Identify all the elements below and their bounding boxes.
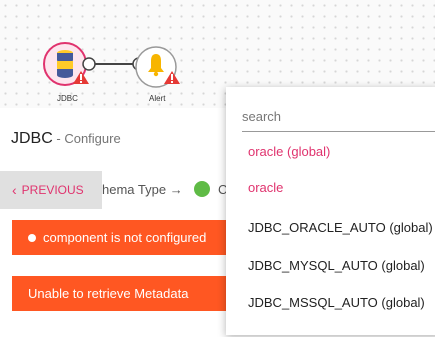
step-status-dot <box>194 181 210 197</box>
step-label: hema Type → <box>102 182 183 197</box>
dropdown-option[interactable]: oracle (global) <box>248 144 330 159</box>
previous-label: PREVIOUS <box>21 183 84 197</box>
search-input[interactable] <box>242 105 435 128</box>
output-port[interactable] <box>82 57 96 71</box>
previous-button[interactable]: ‹ PREVIOUS <box>0 171 102 209</box>
alert-node[interactable] <box>135 46 180 88</box>
dropdown-search <box>242 105 435 132</box>
database-icon <box>57 50 73 78</box>
page-subtitle: - Configure <box>52 131 121 146</box>
component-name: JDBC <box>11 130 53 147</box>
banner-text: Unable to retrieve Metadata <box>28 286 189 301</box>
dropdown-option[interactable]: oracle <box>248 180 283 195</box>
banner-text: component is not configured <box>43 230 207 245</box>
dropdown-option[interactable]: JDBC_MSSQL_AUTO (global) <box>248 295 425 310</box>
error-banner-metadata: Unable to retrieve Metadata <box>12 276 238 311</box>
dropdown-option[interactable]: JDBC_MYSQL_AUTO (global) <box>248 258 425 273</box>
error-banner-not-configured: component is not configured <box>12 220 238 255</box>
node-label-alert: Alert <box>149 94 166 103</box>
chevron-left-icon: ‹ <box>12 182 17 198</box>
node-label-jdbc: JDBC <box>57 94 78 103</box>
page-title: JDBC - Configure <box>11 130 121 148</box>
dropdown-option[interactable]: JDBC_ORACLE_AUTO (global) <box>248 220 433 235</box>
connection-dropdown[interactable]: oracle (global) oracle JDBC_ORACLE_AUTO … <box>226 87 435 335</box>
bullet-icon <box>28 233 36 242</box>
